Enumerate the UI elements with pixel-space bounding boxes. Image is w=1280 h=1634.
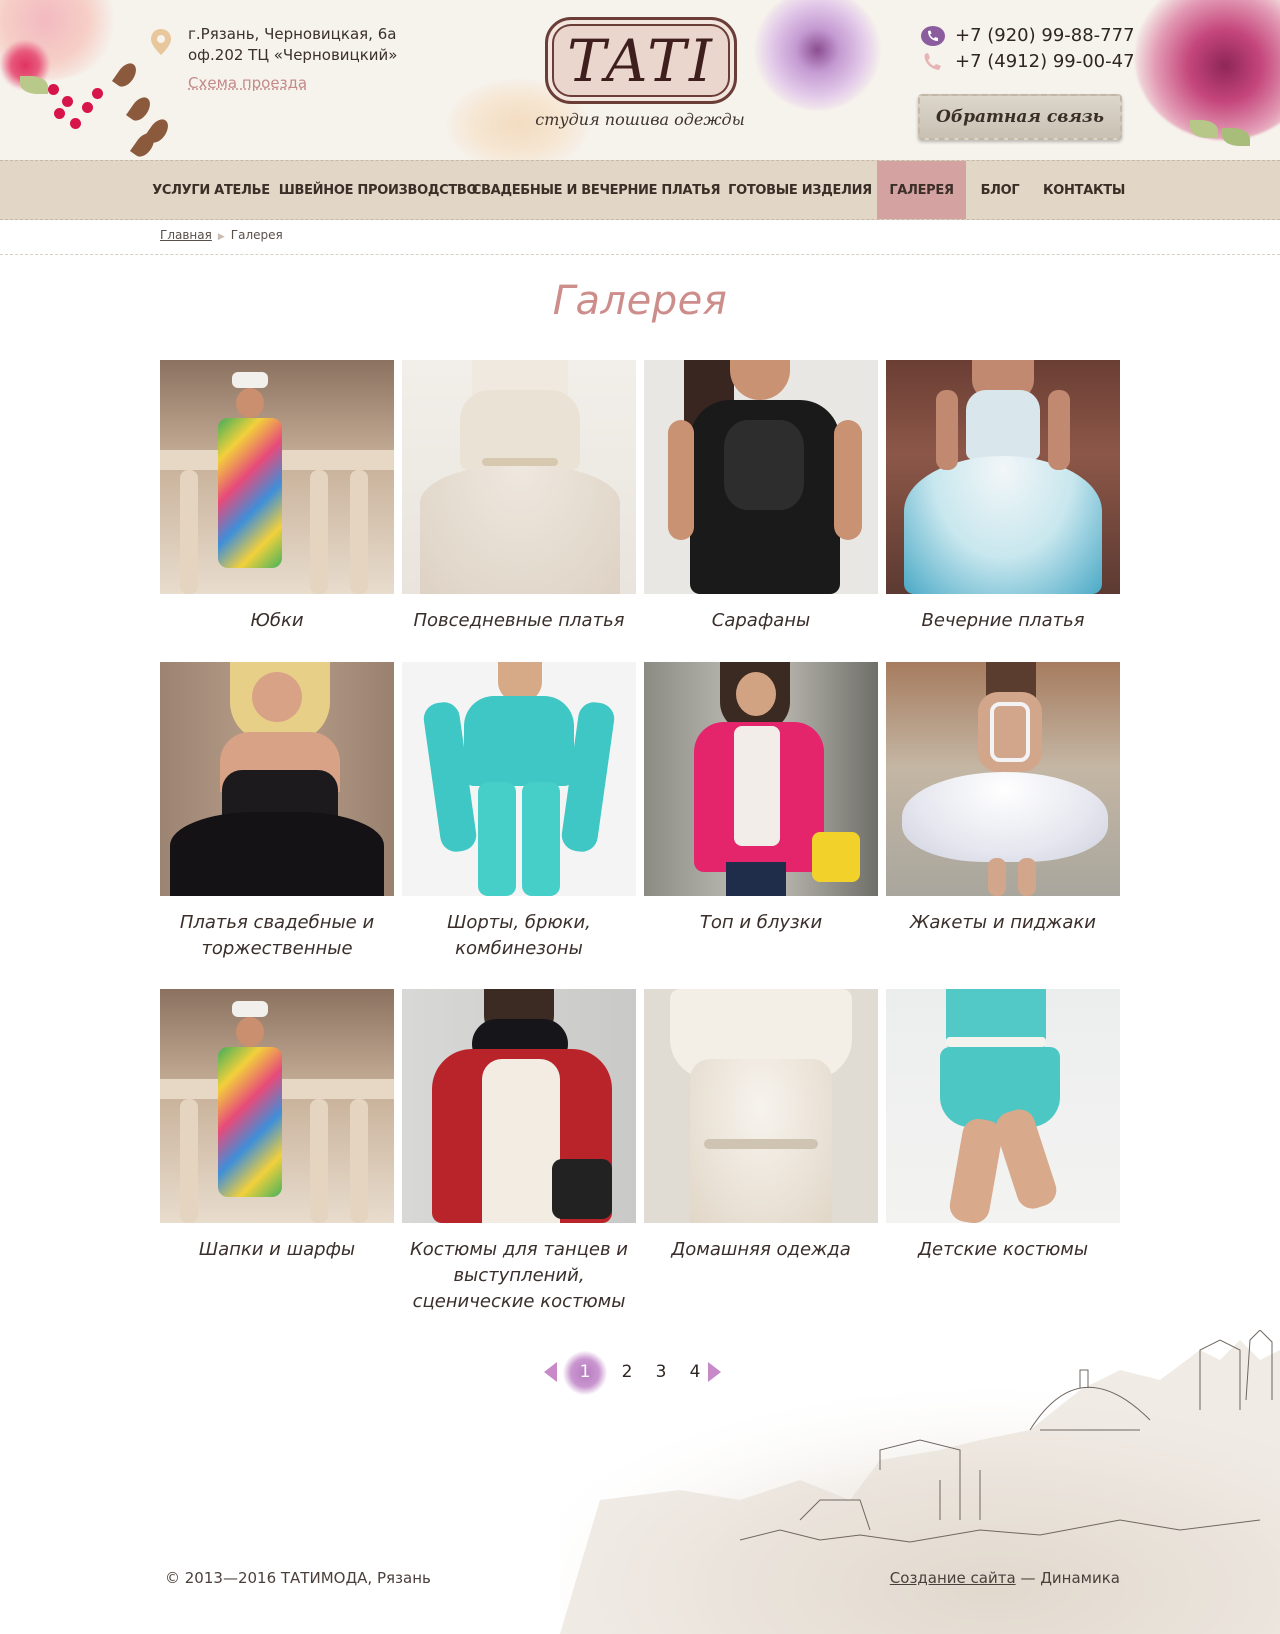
gallery-caption: Жакеты и пиджаки [910,912,1096,933]
phone-row: +7 (920) 99-88-777 [920,24,1135,50]
gallery-item[interactable]: Костюмы для танцев и выступлений, сценич… [402,989,636,1315]
gallery-thumbnail [644,989,878,1223]
gallery-item[interactable]: Топ и блузки [644,662,878,936]
gallery-caption: Костюмы для танцев и выступлений, сценич… [410,1239,628,1312]
viber-phone-icon [921,26,945,46]
berry-decoration [62,96,73,107]
gallery-caption: Юбки [250,610,304,631]
nav-item-gallery[interactable]: ГАЛЕРЕЯ [877,161,966,219]
divider [0,254,1280,255]
berry-decoration [54,108,65,119]
breadcrumb-home-link[interactable]: Главная [160,228,212,242]
berry-decoration [48,84,59,95]
site-credit-suffix: — Динамика [1020,1569,1120,1587]
page-link-3[interactable]: 3 [646,1358,676,1388]
gallery-item[interactable]: Домашняя одежда [644,989,878,1263]
page-title: Галерея [552,278,728,324]
page-link-4[interactable]: 4 [680,1358,710,1388]
gallery-thumbnail [886,662,1120,896]
gallery-thumbnail [160,662,394,896]
gallery-item[interactable]: Юбки [160,360,394,634]
page-link-2[interactable]: 2 [612,1358,642,1388]
page-link-1[interactable]: 1 [563,1351,607,1395]
gallery-caption: Вечерние платья [921,610,1085,631]
leaf-decoration [1222,128,1250,146]
map-pin-icon [151,29,171,55]
gallery-caption: Платья свадебные и торжественные [179,912,375,959]
site-logo[interactable]: TATI [545,17,737,104]
gallery-grid: Юбки Повседневные платья Сарафаны Вечерн… [160,360,1122,1320]
gallery-item[interactable]: Шорты, брюки, комбинезоны [402,662,636,962]
gallery-thumbnail [402,662,636,896]
gallery-item[interactable]: Жакеты и пиджаки [886,662,1120,936]
gallery-thumbnail [886,360,1120,594]
gallery-thumbnail [402,989,636,1223]
address-line-2: оф.202 ТЦ «Черновицкий» [188,46,398,64]
phone-number-2[interactable]: +7 (4912) 99-00-47 [955,50,1135,74]
nav-item-contacts[interactable]: КОНТАКТЫ [1038,161,1130,219]
gallery-caption: Детские костюмы [917,1239,1089,1260]
berry-decoration [70,118,81,129]
gallery-thumbnail [160,989,394,1223]
phone-row: +7 (4912) 99-00-47 [920,50,1135,76]
gallery-item[interactable]: Шапки и шарфы [160,989,394,1263]
gallery-thumbnail [402,360,636,594]
callback-button[interactable]: Обратная связь [918,94,1122,140]
gallery-caption: Топ и блузки [699,912,823,933]
phone-handset-icon [924,53,941,70]
gallery-caption: Повседневные платья [413,610,625,631]
chevron-right-icon: ▶ [217,232,225,242]
nav-item-wedding-dresses[interactable]: СВАДЕБНЫЕ И ВЕЧЕРНИЕ ПЛАТЬЯ [472,161,721,219]
berry-decoration [92,88,103,99]
berry-decoration [82,102,93,113]
gallery-thumbnail [160,360,394,594]
address-line-1: г.Рязань, Черновицкая, 6а [188,25,397,43]
site-credit: Создание сайта — Динамика [890,1569,1120,1587]
gallery-thumbnail [886,989,1120,1223]
gallery-caption: Домашняя одежда [671,1239,851,1260]
logo-text: TATI [567,26,715,95]
watercolor-flower-decoration [1135,0,1280,140]
copyright-text: © 2013—2016 ТАТИМОДА, Рязань [165,1569,431,1587]
nav-item-atelier-services[interactable]: УСЛУГИ АТЕЛЬЕ [146,161,276,219]
gallery-item[interactable]: Вечерние платья [886,360,1120,634]
gallery-item[interactable]: Сарафаны [644,360,878,634]
gallery-caption: Шорты, брюки, комбинезоны [447,912,591,959]
site-header: г.Рязань, Черновицкая, 6а оф.202 ТЦ «Чер… [0,0,1280,160]
breadcrumb-current: Галерея [230,228,283,242]
site-creator-link[interactable]: Создание сайта [890,1569,1016,1587]
pagination: 1 2 3 4 [540,1351,740,1395]
address-text: г.Рязань, Черновицкая, 6а оф.202 ТЦ «Чер… [188,24,397,66]
main-navigation: УСЛУГИ АТЕЛЬЕ ШВЕЙНОЕ ПРОИЗВОДСТВО СВАДЕ… [0,160,1280,220]
leaf-decoration [125,93,155,125]
breadcrumb: Главная ▶ Галерея [160,228,283,242]
gallery-caption: Сарафаны [711,610,811,631]
next-page-arrow-icon[interactable] [708,1362,721,1382]
leaf-decoration [20,76,48,94]
phone-number-1[interactable]: +7 (920) 99-88-777 [955,24,1135,48]
gallery-item[interactable]: Платья свадебные и торжественные [160,662,394,962]
gallery-caption: Шапки и шарфы [198,1239,356,1260]
site-tagline: студия пошива одежды [535,110,745,129]
nav-item-sewing-production[interactable]: ШВЕЙНОЕ ПРОИЗВОДСТВО [279,161,478,219]
gallery-item[interactable]: Повседневные платья [402,360,636,634]
gallery-thumbnail [644,662,878,896]
gallery-item[interactable]: Детские костюмы [886,989,1120,1263]
route-map-link[interactable]: Схема проезда [188,74,307,92]
prev-page-arrow-icon[interactable] [544,1362,557,1382]
nav-item-blog[interactable]: БЛОГ [972,161,1028,219]
leaf-decoration [111,59,141,91]
nav-item-ready-products[interactable]: ГОТОВЫЕ ИЗДЕЛИЯ [724,161,876,219]
watercolor-flower-decoration [755,0,880,110]
gallery-thumbnail [644,360,878,594]
phone-block: +7 (920) 99-88-777 +7 (4912) 99-00-47 [920,24,1135,76]
